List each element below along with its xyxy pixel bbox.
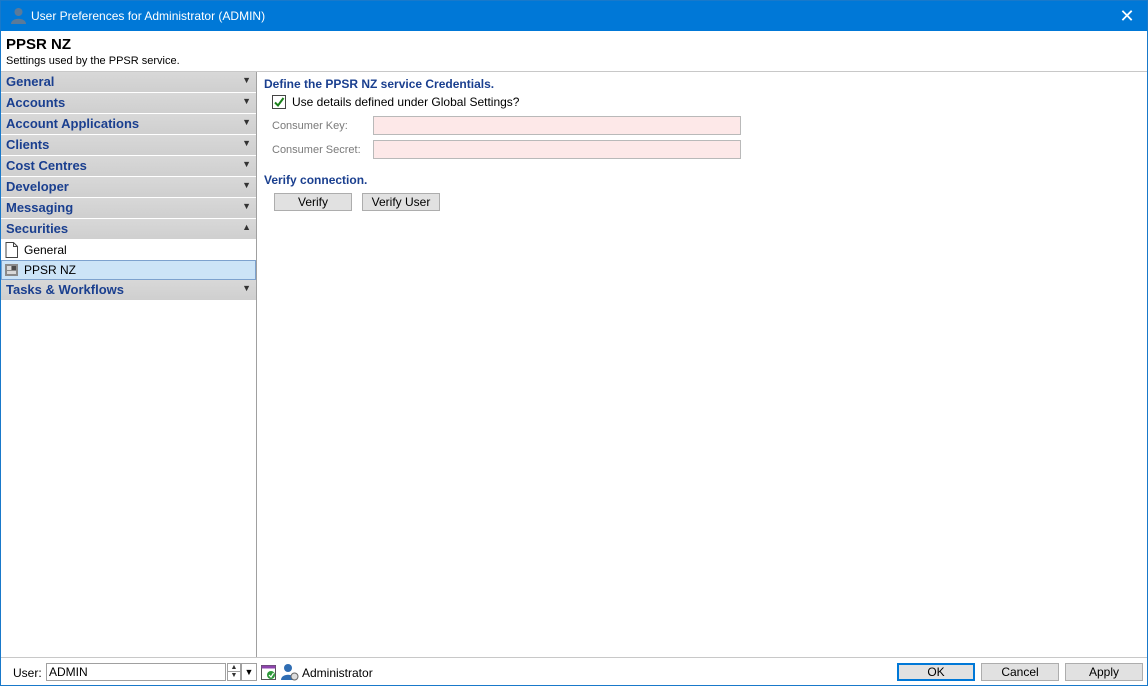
page-header: PPSR NZ Settings used by the PPSR servic… (1, 31, 1147, 72)
page-subtitle: Settings used by the PPSR service. (6, 55, 180, 67)
chevron-down-icon: ▼ (242, 283, 251, 293)
category-label: Developer (6, 179, 69, 194)
sidebar-category-securities[interactable]: Securities ▲ (1, 219, 256, 239)
current-user-name: Administrator (302, 666, 373, 680)
calendar-user-icon[interactable] (261, 663, 277, 681)
document-icon (5, 242, 18, 258)
verify-heading: Verify connection. (264, 173, 368, 187)
sidebar-category-messaging[interactable]: Messaging ▼ (1, 198, 256, 218)
sidebar-category-clients[interactable]: Clients ▼ (1, 135, 256, 155)
category-label: Messaging (6, 200, 74, 215)
use-global-checkbox[interactable] (272, 95, 286, 109)
sidebar: General ▼ Accounts ▼ Account Application… (1, 72, 257, 657)
chevron-down-icon: ▼ (244, 667, 254, 677)
chevron-down-icon: ▼ (242, 117, 251, 127)
preferences-window: User Preferences for Administrator (ADMI… (0, 0, 1148, 686)
chevron-down-icon: ▼ (242, 138, 251, 148)
sidebar-category-account-applications[interactable]: Account Applications ▼ (1, 114, 256, 134)
chevron-down-icon: ▼ (242, 75, 251, 85)
user-label: User: (13, 666, 42, 680)
category-label: Account Applications (6, 116, 140, 131)
sidebar-item-label: General (24, 243, 67, 257)
chevron-down-icon: ▼ (242, 180, 251, 190)
sidebar-category-tasks-workflows[interactable]: Tasks & Workflows ▼ (1, 280, 256, 300)
verify-button[interactable]: Verify (274, 193, 352, 211)
sidebar-item-general[interactable]: General (1, 240, 256, 260)
sidebar-category-accounts[interactable]: Accounts ▼ (1, 93, 256, 113)
user-icon (281, 664, 299, 681)
credentials-heading: Define the PPSR NZ service Credentials. (264, 77, 495, 91)
spin-up-icon[interactable]: ▲ (228, 664, 240, 672)
consumer-secret-label: Consumer Secret: (272, 144, 361, 156)
page-title: PPSR NZ (6, 36, 72, 53)
chevron-down-icon: ▼ (242, 159, 251, 169)
category-label: General (6, 74, 55, 89)
sidebar-category-developer[interactable]: Developer ▼ (1, 177, 256, 197)
apply-button[interactable]: Apply (1065, 663, 1143, 681)
window-title: User Preferences for Administrator (ADMI… (31, 9, 266, 23)
verify-user-button[interactable]: Verify User (362, 193, 440, 211)
cancel-button[interactable]: Cancel (981, 663, 1059, 681)
sidebar-category-cost-centres[interactable]: Cost Centres ▼ (1, 156, 256, 176)
consumer-key-label: Consumer Key: (272, 120, 348, 132)
footer-bar: User: ▲ ▼ ▼ Administrator OK Cancel Appl… (1, 657, 1147, 685)
user-icon (11, 8, 26, 24)
close-button[interactable]: ✕ (1107, 1, 1147, 31)
use-global-label: Use details defined under Global Setting… (292, 95, 520, 109)
consumer-secret-input[interactable] (373, 140, 741, 159)
user-dropdown-button[interactable]: ▼ (241, 663, 257, 681)
sidebar-category-general[interactable]: General ▼ (1, 72, 256, 92)
chevron-down-icon: ▼ (242, 201, 251, 211)
category-label: Clients (6, 137, 50, 152)
sidebar-item-ppsr-nz[interactable]: PPSR NZ (1, 260, 256, 280)
chevron-up-icon: ▲ (242, 222, 251, 232)
spin-down-icon[interactable]: ▼ (228, 672, 240, 680)
sidebar-item-label: PPSR NZ (24, 263, 77, 277)
category-label: Tasks & Workflows (6, 282, 124, 297)
title-bar[interactable]: User Preferences for Administrator (ADMI… (1, 1, 1147, 31)
category-label: Cost Centres (6, 158, 87, 173)
category-label: Securities (6, 221, 69, 236)
ppsr-icon (5, 264, 18, 276)
chevron-down-icon: ▼ (242, 96, 251, 106)
user-spinner[interactable]: ▲ ▼ (227, 663, 241, 681)
settings-panel: Define the PPSR NZ service Credentials. … (258, 72, 1147, 657)
user-input[interactable] (46, 663, 226, 681)
consumer-key-input[interactable] (373, 116, 741, 135)
ok-button[interactable]: OK (897, 663, 975, 681)
checkmark-icon (274, 97, 285, 108)
category-label: Accounts (6, 95, 66, 110)
